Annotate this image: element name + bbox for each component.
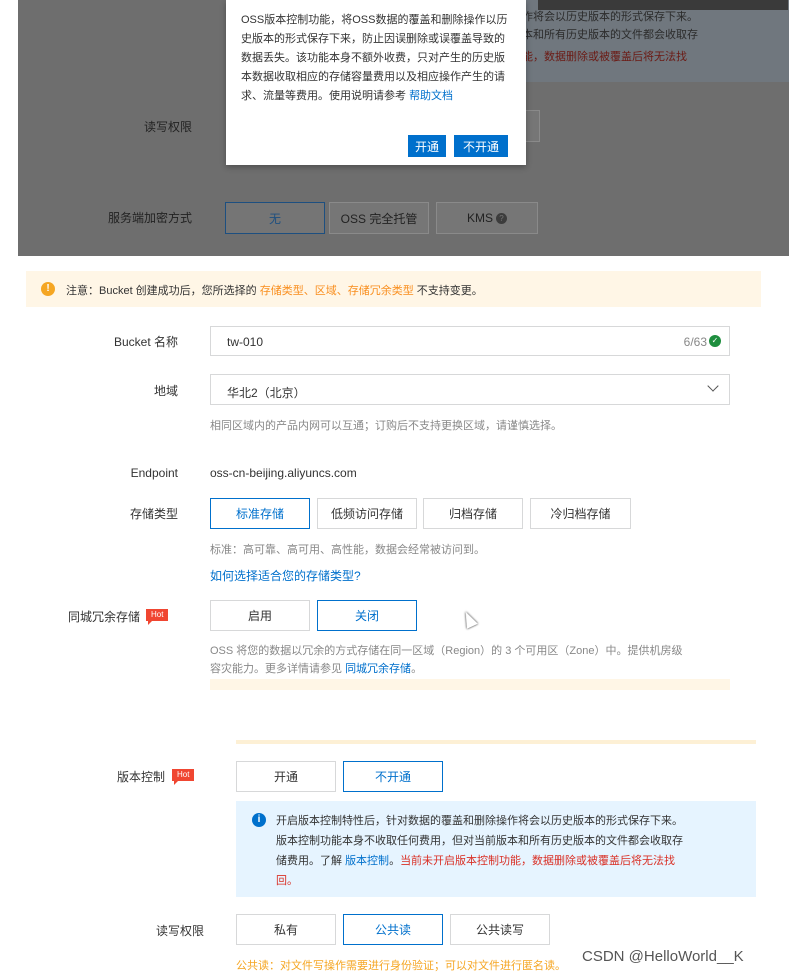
region-help: 相同区域内的产品内网可以互通；订购后不支持更换区域，请谨慎选择。 <box>210 420 562 432</box>
version-popover: OSS版本控制功能，将OSS数据的覆盖和删除操作以历史版本的形式保存下来，防止因… <box>226 0 526 165</box>
rw-private[interactable]: 私有 <box>236 914 336 945</box>
warning-icon: ! <box>41 282 55 296</box>
notice-highlight: 存储类型、区域、存储冗余类型 <box>259 285 414 297</box>
storage-standard[interactable]: 标准存储 <box>210 498 310 529</box>
version-disable[interactable]: 不开通 <box>343 761 443 792</box>
divider-strip <box>236 740 756 744</box>
storage-cold-archive[interactable]: 冷归档存储 <box>530 498 631 529</box>
region-select[interactable]: 华北2（北京） <box>210 374 730 405</box>
redundancy-help: OSS 将您的数据以冗余的方式存储在同一区域（Region）的 3 个可用区（Z… <box>210 645 683 675</box>
mouse-cursor-icon <box>460 609 478 629</box>
version-control-link[interactable]: 版本控制 <box>345 855 389 867</box>
bg-topbar <box>538 0 788 10</box>
hot-badge: Hot <box>146 609 169 625</box>
popover-text: OSS版本控制功能，将OSS数据的覆盖和删除操作以历史版本的形式保存下来，防止因… <box>241 14 508 102</box>
enc-label: 服务端加密方式 <box>108 211 193 225</box>
check-icon: ✓ <box>709 335 721 347</box>
version-info-box: i 开启版本控制特性后，针对数据的覆盖和删除操作将会以历史版本的形式保存下来。 … <box>236 801 756 897</box>
help-doc-link[interactable]: 帮助文档 <box>409 90 453 102</box>
info-text: 开启版本控制特性后，针对数据的覆盖和删除操作将会以历史版本的形式保存下来。 版本… <box>276 815 683 887</box>
hot-badge-2: Hot <box>172 769 195 785</box>
rw-public-read[interactable]: 公共读 <box>343 914 443 945</box>
bucket-name-input[interactable]: tw-010 6/63 ✓ <box>210 326 730 356</box>
rw-permission-label: 读写权限 <box>155 924 204 938</box>
popover-ok-button[interactable]: 开通 <box>408 135 446 157</box>
bg-text-1: 作将会以历史版本的形式保存下来。 <box>522 11 698 23</box>
storage-archive[interactable]: 归档存储 <box>423 498 523 529</box>
region-value: 华北2（北京） <box>227 386 306 400</box>
bucket-name-label: Bucket 名称 <box>113 335 178 349</box>
question-icon: ? <box>496 212 507 224</box>
enc-option-kms[interactable]: KMS? <box>436 202 538 234</box>
notice-bar: ! 注意：Bucket 创建成功后，您所选择的 存储类型、区域、存储冗余类型 不… <box>26 271 761 307</box>
redundancy-label: 同城冗余存储 <box>67 610 140 624</box>
chevron-down-icon <box>707 380 719 392</box>
watermark: CSDN @HelloWorld__K <box>582 948 744 965</box>
storage-help: 标准：高可靠、高可用、高性能，数据会经常被访问到。 <box>210 544 485 556</box>
redundancy-link[interactable]: 同城冗余存储 <box>345 663 411 675</box>
notice-text: 注意：Bucket 创建成功后，您所选择的 存储类型、区域、存储冗余类型 不支持… <box>66 285 483 297</box>
enc-option-none[interactable]: 无 <box>225 202 325 234</box>
endpoint-label: Endpoint <box>130 466 178 480</box>
rw-warning: 公共读：对文件写操作需要进行身份验证；可以对文件进行匿名读。 <box>236 960 566 972</box>
version-enable[interactable]: 开通 <box>236 761 336 792</box>
bg-text-3: 能，数据删除或被覆盖后将无法找 <box>522 51 687 63</box>
rw-label-top: 读写权限 <box>144 120 193 134</box>
endpoint-value: oss-cn-beijing.aliyuncs.com <box>210 466 357 480</box>
version-control-label: 版本控制 <box>116 770 165 784</box>
bucket-name-count: 6/63 <box>683 335 707 349</box>
cut-warning-strip <box>210 679 730 690</box>
storage-ia[interactable]: 低频访问存储 <box>317 498 417 529</box>
enc-option-oss[interactable]: OSS 完全托管 <box>329 202 429 234</box>
popover-cancel-button[interactable]: 不开通 <box>454 135 508 157</box>
storage-type-label: 存储类型 <box>129 507 178 521</box>
region-label: 地域 <box>153 384 178 398</box>
redundancy-enable[interactable]: 启用 <box>210 600 310 631</box>
redundancy-disable[interactable]: 关闭 <box>317 600 417 631</box>
rw-public-read-write[interactable]: 公共读写 <box>450 914 550 945</box>
storage-guide-link[interactable]: 如何选择适合您的存储类型? <box>210 567 361 584</box>
bucket-name-value: tw-010 <box>227 335 264 349</box>
bg-text-2: 本和所有历史版本的文件都会收取存 <box>522 29 698 41</box>
info-icon: i <box>252 813 266 827</box>
top-screenshot: 作将会以历史版本的形式保存下来。 本和所有历史版本的文件都会收取存 能，数据删除… <box>18 0 789 256</box>
